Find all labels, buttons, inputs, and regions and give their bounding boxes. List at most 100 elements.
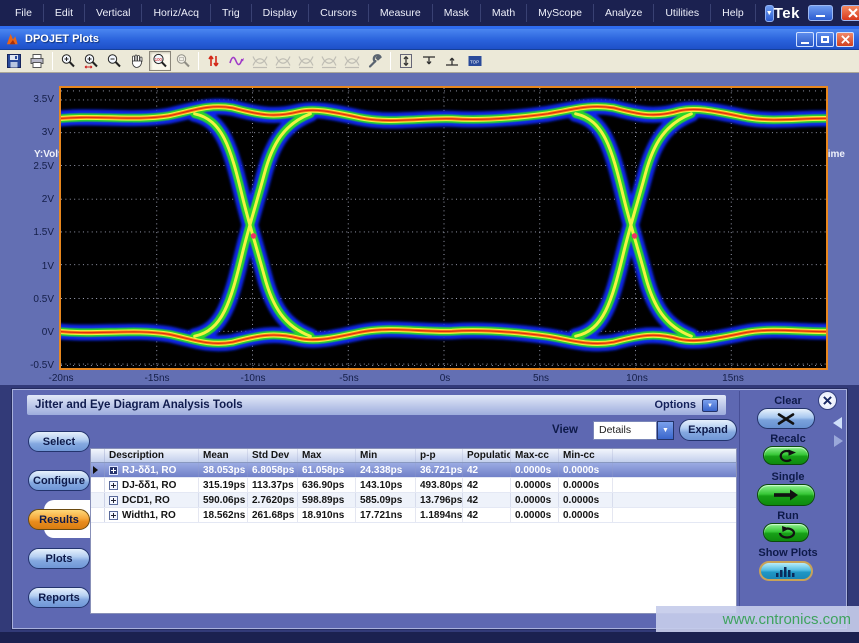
table-row[interactable]: DCD1, RO 590.06ps 2.7620ps 598.89ps 585.… <box>91 493 736 508</box>
run-button[interactable] <box>763 523 809 542</box>
view-select-arrow-button[interactable]: ▼ <box>657 421 674 440</box>
minimize-icon <box>816 15 825 17</box>
col-header-std-dev[interactable]: Std Dev <box>248 449 298 462</box>
table-row[interactable]: DJ-δδ1, RO 315.19ps 113.37ps 636.90ps 14… <box>91 478 736 493</box>
table-row[interactable]: Width1, RO 18.562ns 261.68ps 18.910ns 17… <box>91 508 736 523</box>
view-select[interactable]: Details <box>593 421 657 440</box>
menu-item-myscope[interactable]: MyScope <box>527 4 594 22</box>
zoom-horizontal-button[interactable] <box>80 51 102 71</box>
menu-item-vertical[interactable]: Vertical <box>85 4 142 22</box>
zoom-selection-button <box>172 51 194 71</box>
table-gutter <box>91 478 105 492</box>
window-minimize-button[interactable] <box>796 32 814 47</box>
top-view-button[interactable]: TOP <box>464 51 486 71</box>
col-header-max[interactable]: Max <box>298 449 356 462</box>
y-tick-label: 1.5V <box>20 227 54 238</box>
expand-button[interactable]: Expand <box>679 419 737 441</box>
col-header-p-p[interactable]: p-p <box>416 449 463 462</box>
window-title: DPOJET Plots <box>25 33 99 45</box>
expand-toggle-icon[interactable] <box>109 511 118 520</box>
col-header-max-cc[interactable]: Max-cc <box>511 449 559 462</box>
menu-item-file[interactable]: File <box>4 4 44 22</box>
menu-item-display[interactable]: Display <box>252 4 309 22</box>
results-table: Description Mean Std Dev Max Min p-p Pop… <box>90 448 737 614</box>
table-cell-description: Width1, RO <box>105 508 199 522</box>
show-plots-button[interactable] <box>759 561 813 581</box>
menu-item-edit[interactable]: Edit <box>44 4 85 22</box>
window-maximize-button[interactable] <box>816 32 834 47</box>
col-header-min[interactable]: Min <box>356 449 416 462</box>
menu-item-cursors[interactable]: Cursors <box>309 4 369 22</box>
table-cell: 13.796ps <box>416 493 463 507</box>
vertical-cursors-button[interactable] <box>203 51 225 71</box>
clear-label: Clear <box>742 395 834 407</box>
analysis-header-bar: Jitter and Eye Diagram Analysis Tools Op… <box>27 395 726 415</box>
save-button[interactable] <box>3 51 25 71</box>
menu-item-mask[interactable]: Mask <box>433 4 481 22</box>
table-cell: 0.0000s <box>559 508 613 522</box>
table-filler <box>613 463 736 477</box>
x-tick-label: 15ns <box>708 373 758 384</box>
nav-configure-button[interactable]: Configure <box>28 470 90 491</box>
menu-item-math[interactable]: Math <box>481 4 527 22</box>
menu-item-trig[interactable]: Trig <box>211 4 252 22</box>
fit-vertical-icon <box>398 53 414 69</box>
cursor-top-button[interactable] <box>418 51 440 71</box>
nav-results-button[interactable]: Results <box>28 509 90 530</box>
nav-select-button[interactable]: Select <box>28 431 90 452</box>
zoom-horizontal-icon <box>83 53 99 69</box>
clear-x-icon <box>767 412 805 426</box>
eye-diagram-plot <box>61 88 826 368</box>
col-header-min-cc[interactable]: Min-cc <box>559 449 613 462</box>
recalc-button[interactable] <box>763 446 809 465</box>
menu-dropdown-button[interactable]: ▼ <box>765 5 774 22</box>
nav-plots-button[interactable]: Plots <box>28 548 90 569</box>
toolbar-separator <box>198 52 199 70</box>
selected-row-arrow-icon <box>93 466 98 474</box>
options-dropdown-button[interactable]: ▼ <box>702 399 718 412</box>
menu-item-horiz-acq[interactable]: Horiz/Acq <box>142 4 211 22</box>
scope-minimize-button[interactable] <box>808 5 833 21</box>
zoom-100-button[interactable]: 100 <box>149 51 171 71</box>
pan-button[interactable] <box>126 51 148 71</box>
cursor-bottom-button[interactable] <box>441 51 463 71</box>
x-tick-label: -5ns <box>324 373 374 384</box>
zoom-in-button[interactable] <box>57 51 79 71</box>
nav-reports-button[interactable]: Reports <box>28 587 90 608</box>
menu-item-analyze[interactable]: Analyze <box>594 4 654 22</box>
table-row[interactable]: RJ-δδ1, RO 38.053ps 6.8058ps 61.058ps 24… <box>91 463 736 478</box>
eye-plot-icon <box>321 53 337 69</box>
settings-button[interactable] <box>364 51 386 71</box>
scope-close-button[interactable] <box>841 5 859 21</box>
col-header-population[interactable]: Population <box>463 449 511 462</box>
run-label: Run <box>742 510 834 522</box>
table-cell: 24.338ps <box>356 463 416 477</box>
view-label: View <box>552 424 578 436</box>
plot-toolbar: 100 TOP <box>0 50 859 73</box>
panel-next-button[interactable] <box>834 435 843 447</box>
menu-item-utilities[interactable]: Utilities <box>654 4 711 22</box>
menu-item-help[interactable]: Help <box>711 4 756 22</box>
menu-item-measure[interactable]: Measure <box>369 4 433 22</box>
col-header-mean[interactable]: Mean <box>199 449 248 462</box>
fit-vertical-button[interactable] <box>395 51 417 71</box>
dpojet-title-bar[interactable]: DPOJET Plots <box>0 29 859 50</box>
zoom-out-button[interactable] <box>103 51 125 71</box>
table-cell: 113.37ps <box>248 478 298 492</box>
col-header-description[interactable]: Description <box>105 449 199 462</box>
scope-screen: File Edit Vertical Horiz/Acq Trig Displa… <box>0 0 859 643</box>
zoom-100-icon: 100 <box>152 53 168 69</box>
expand-toggle-icon[interactable] <box>109 481 118 490</box>
print-button[interactable] <box>26 51 48 71</box>
panel-prev-button[interactable] <box>833 417 842 429</box>
window-close-button[interactable] <box>836 32 854 47</box>
clear-button[interactable] <box>757 408 815 429</box>
waveform-overlay-button[interactable] <box>226 51 248 71</box>
expand-toggle-icon[interactable] <box>109 496 118 505</box>
table-cell: 0.0000s <box>511 493 559 507</box>
single-button[interactable] <box>757 484 815 506</box>
run-loop-icon <box>767 526 805 540</box>
expand-toggle-icon[interactable] <box>109 466 118 475</box>
eye-trace-blue-layer <box>61 107 826 344</box>
table-cell: 493.80ps <box>416 478 463 492</box>
